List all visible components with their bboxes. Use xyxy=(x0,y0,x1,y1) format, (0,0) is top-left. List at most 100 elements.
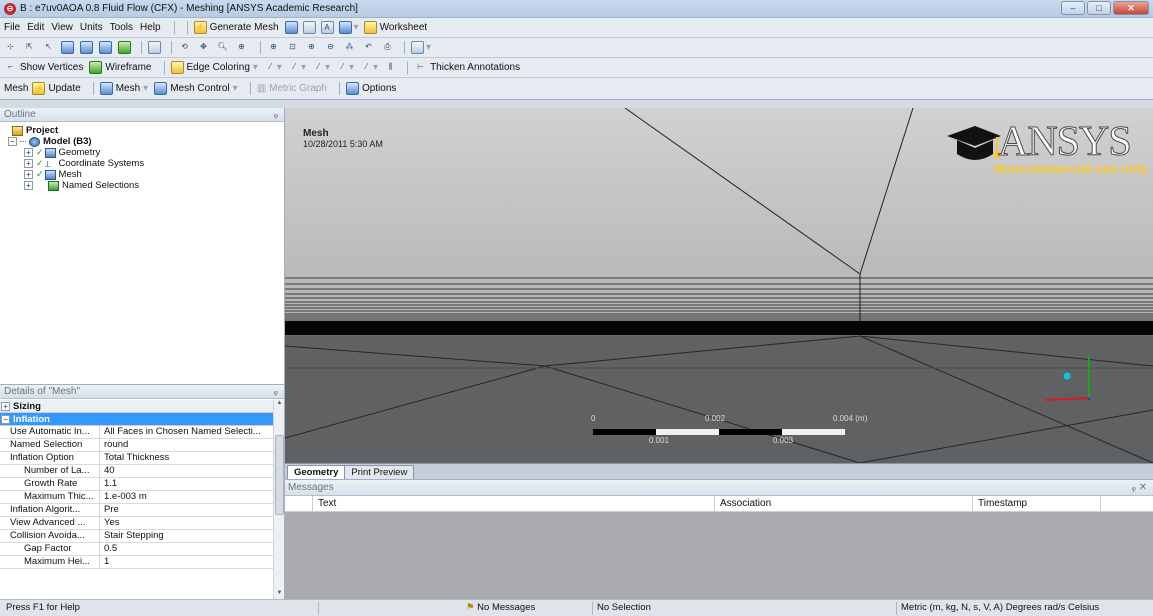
preview-icon[interactable] xyxy=(284,21,298,34)
mesh-control-button[interactable]: Mesh Control ▾ xyxy=(154,82,238,95)
status-units[interactable]: Metric (m, kg, N, s, V, A) Degrees rad/s… xyxy=(896,602,1099,615)
collapse-icon[interactable]: − xyxy=(8,137,17,146)
details-value[interactable]: Yes xyxy=(100,517,120,529)
generate-mesh-button[interactable]: ⚡ Generate Mesh xyxy=(193,21,279,34)
magnifier-icon[interactable]: ⊡ xyxy=(286,41,299,54)
chevron-down-icon[interactable]: ▾ xyxy=(325,62,330,73)
menu-tools[interactable]: Tools xyxy=(110,22,133,33)
cursor-icon[interactable]: ↖ xyxy=(42,41,55,54)
expand-icon[interactable]: + xyxy=(24,181,33,190)
expand-icon[interactable]: + xyxy=(1,401,10,411)
details-row[interactable]: Maximum Hei... 1 xyxy=(0,556,274,569)
print-icon[interactable]: ⎙ xyxy=(381,41,394,54)
chevron-down-icon[interactable]: ▾ xyxy=(373,62,378,73)
chevron-down-icon[interactable]: ▾ xyxy=(354,22,359,33)
select-face-icon[interactable] xyxy=(99,41,112,54)
zoom-icon[interactable]: 🔍︎ xyxy=(216,41,229,54)
chevron-down-icon[interactable]: ▾ xyxy=(301,62,306,73)
tree-item-named-selections[interactable]: + Named Selections xyxy=(24,180,284,191)
expand-icon[interactable]: + xyxy=(24,159,33,168)
details-row[interactable]: Maximum Thic... 1.e-003 m xyxy=(0,491,274,504)
details-scrollbar[interactable]: ▲ ▼ xyxy=(273,400,284,600)
collapse-icon[interactable]: − xyxy=(1,414,10,424)
details-group-inflation[interactable]: − Inflation xyxy=(0,413,274,426)
select-edge-icon[interactable] xyxy=(80,41,93,54)
pan-icon[interactable]: ✥ xyxy=(197,41,210,54)
details-group-sizing[interactable]: + Sizing xyxy=(0,400,274,413)
chevron-down-icon[interactable]: ▾ xyxy=(277,62,282,73)
layout-icon[interactable] xyxy=(338,21,352,34)
details-value[interactable]: 40 xyxy=(100,465,115,477)
pin-icon[interactable]: ᵩ xyxy=(274,386,278,397)
options-button[interactable]: Options xyxy=(345,82,396,95)
details-row[interactable]: View Advanced ... Yes xyxy=(0,517,274,530)
expand-icon[interactable]: + xyxy=(24,148,33,157)
update-button[interactable]: ⚡ Update xyxy=(32,82,81,95)
pin-close-icon[interactable]: ᵩ ✕ xyxy=(1131,482,1147,493)
worksheet-button[interactable]: Worksheet xyxy=(363,21,427,34)
annotation-icon[interactable]: A xyxy=(320,21,334,34)
edge-coloring-button[interactable]: Edge Coloring ▾ xyxy=(170,61,258,74)
details-value[interactable]: Pre xyxy=(100,504,119,516)
chevron-down-icon[interactable]: ▾ xyxy=(426,42,431,53)
details-row[interactable]: Number of La... 40 xyxy=(0,465,274,478)
messages-list[interactable] xyxy=(285,512,1153,599)
pin-icon[interactable]: ᵩ xyxy=(274,109,278,120)
report-icon[interactable] xyxy=(302,21,316,34)
menu-file[interactable]: File xyxy=(4,22,20,33)
details-row[interactable]: Growth Rate 1.1 xyxy=(0,478,274,491)
viewports-icon[interactable] xyxy=(411,41,424,54)
details-value[interactable]: Total Thickness xyxy=(100,452,169,464)
details-row[interactable]: Inflation Algorit... Pre xyxy=(0,504,274,517)
details-value[interactable]: Stair Stepping xyxy=(100,530,164,542)
tree-item-coordinate-systems[interactable]: + ✓ ⟂ Coordinate Systems xyxy=(24,158,284,169)
tree-item-mesh[interactable]: + ✓ Mesh xyxy=(24,169,284,180)
tree-item-geometry[interactable]: + ✓ Geometry xyxy=(24,147,284,158)
details-row[interactable]: Named Selection round xyxy=(0,439,274,452)
minimize-button[interactable]: – xyxy=(1061,1,1085,15)
box-zoom-icon[interactable]: ⊕ xyxy=(235,41,248,54)
menu-edit[interactable]: Edit xyxy=(27,22,44,33)
extend-selection-icon[interactable] xyxy=(148,41,161,54)
edge-display-icon[interactable]: ⁄ xyxy=(312,61,325,74)
details-row[interactable]: Inflation Option Total Thickness xyxy=(0,452,274,465)
column-association[interactable]: Association xyxy=(715,495,973,512)
edge-display-icon[interactable]: ⁄ xyxy=(264,61,277,74)
column-timestamp[interactable]: Timestamp xyxy=(973,495,1101,512)
close-button[interactable]: ✕ xyxy=(1113,1,1149,15)
select-body-icon[interactable] xyxy=(118,41,131,54)
details-row[interactable]: Collision Avoida... Stair Stepping xyxy=(0,530,274,543)
mesh-dropdown-button[interactable]: Mesh ▾ xyxy=(99,82,148,95)
menu-view[interactable]: View xyxy=(51,22,73,33)
details-value[interactable]: 0.5 xyxy=(100,543,117,555)
details-value[interactable]: round xyxy=(100,439,128,451)
wireframe-button[interactable]: Wireframe xyxy=(89,61,152,74)
scroll-up-icon[interactable]: ▲ xyxy=(274,400,285,410)
zoom-out-icon[interactable]: ⊖ xyxy=(324,41,337,54)
tab-geometry[interactable]: Geometry xyxy=(287,465,346,479)
menu-units[interactable]: Units xyxy=(80,22,103,33)
status-messages[interactable]: ⚑ No Messages xyxy=(462,602,535,615)
details-row[interactable]: Use Automatic In... All Faces in Chosen … xyxy=(0,426,274,439)
thicken-annotations-button[interactable]: ⊢ Thicken Annotations xyxy=(414,61,520,74)
graphics-viewport[interactable]: Mesh 10/28/2011 5:30 AM ANSYS Noncommerc… xyxy=(285,108,1153,463)
zoom-in-icon[interactable]: ⊕ xyxy=(305,41,318,54)
show-vertices-button[interactable]: ⌐ Show Vertices xyxy=(4,61,83,74)
select-vertex-icon[interactable] xyxy=(61,41,74,54)
chevron-down-icon[interactable]: ▾ xyxy=(349,62,354,73)
details-value[interactable]: 1.e-003 m xyxy=(100,491,147,503)
edge-display-icon[interactable]: ⁄ xyxy=(288,61,301,74)
scroll-thumb[interactable] xyxy=(275,435,284,515)
menu-help[interactable]: Help xyxy=(140,22,161,33)
edge-display-icon[interactable]: ⁄ xyxy=(360,61,373,74)
edge-thickness-icon[interactable]: ⫼ xyxy=(384,61,397,74)
details-value[interactable]: All Faces in Chosen Named Selecti... xyxy=(100,426,261,438)
expand-icon[interactable]: + xyxy=(24,170,33,179)
select-point-icon[interactable]: ⊹ xyxy=(4,41,17,54)
ansys-app-icon[interactable]: ⊖ xyxy=(4,2,16,15)
view-reset-icon[interactable]: ⁂ xyxy=(343,41,356,54)
maximize-button[interactable]: □ xyxy=(1087,1,1111,15)
edge-display-icon[interactable]: ⁄ xyxy=(336,61,349,74)
details-row[interactable]: Gap Factor 0.5 xyxy=(0,543,274,556)
details-value[interactable]: 1.1 xyxy=(100,478,117,490)
